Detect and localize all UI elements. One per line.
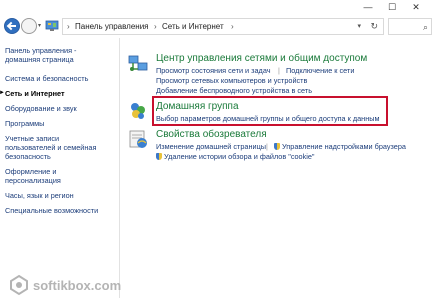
watermark-logo-icon	[10, 274, 28, 296]
watermark-text: softikbox.com	[33, 278, 122, 293]
sidebar-item-user-accounts-line3[interactable]: безопасность	[5, 152, 117, 162]
address-dropdown-button[interactable]: ▾	[357, 22, 361, 30]
address-bar[interactable]: › Панель управления › Сеть и Интернет › …	[62, 18, 384, 35]
breadcrumb-network-internet[interactable]: Сеть и Интернет	[162, 22, 224, 31]
homegroup-highlight-frame	[152, 96, 388, 126]
watermark: softikbox.com	[8, 274, 122, 296]
sidebar-item-system-security[interactable]: Система и безопасность	[5, 74, 117, 84]
breadcrumb-control-panel[interactable]: Панель управления	[75, 22, 149, 31]
sidebar-item-hardware-sound[interactable]: Оборудование и звук	[5, 104, 117, 114]
sidebar-item-programs[interactable]: Программы	[5, 119, 117, 129]
navigation-bar: ▾ › Панель управления › Сеть и Интернет …	[0, 16, 434, 38]
shield-icon	[156, 153, 162, 160]
view-network-computers-link[interactable]: Просмотр сетевых компьютеров и устройств	[156, 76, 307, 85]
network-sharing-center-icon	[128, 55, 148, 71]
sidebar-item-home-line2[interactable]: домашняя страница	[5, 55, 117, 65]
minimize-button[interactable]: —	[356, 0, 380, 14]
refresh-button[interactable]: ↻	[370, 21, 378, 32]
delete-browsing-history-link[interactable]: Удаление истории обзора и файлов "cookie…	[156, 152, 315, 161]
manage-addons-link[interactable]: Управление надстройками браузера	[274, 142, 406, 151]
breadcrumb-separator: ›	[67, 22, 70, 31]
breadcrumb-separator: ›	[154, 22, 157, 31]
sidebar-item-network-internet: Сеть и Интернет	[5, 89, 65, 98]
add-wireless-device-link[interactable]: Добавление беспроводного устройства в се…	[156, 86, 312, 95]
control-panel-icon	[45, 20, 59, 31]
change-home-page-link[interactable]: Изменение домашней страницы	[156, 142, 266, 151]
connect-to-network-link[interactable]: Подключение к сети	[286, 66, 354, 75]
shield-icon	[274, 143, 280, 150]
recent-pages-dropdown[interactable]: ▾	[38, 22, 41, 29]
forward-button[interactable]	[21, 18, 37, 34]
close-button[interactable]: ✕	[404, 0, 428, 14]
sidebar: Панель управления - домашняя страница Си…	[0, 38, 120, 298]
main-content: Центр управления сетями и общим доступом…	[121, 38, 434, 298]
sidebar-item-ease-of-access[interactable]: Специальные возможности	[5, 206, 117, 216]
internet-options-icon	[129, 130, 147, 148]
back-button[interactable]	[4, 18, 20, 34]
sidebar-item-appearance-line2[interactable]: персонализация	[5, 176, 117, 186]
breadcrumb-separator: ›	[231, 22, 234, 31]
title-bar: — ☐ ✕	[0, 0, 434, 16]
homegroup-icon	[131, 103, 145, 119]
view-network-status-link[interactable]: Просмотр состояния сети и задач	[156, 66, 271, 75]
search-icon: ⌕	[422, 22, 428, 32]
sidebar-item-clock-language-region[interactable]: Часы, язык и регион	[5, 191, 117, 201]
maximize-button[interactable]: ☐	[380, 0, 404, 14]
network-sharing-center-title[interactable]: Центр управления сетями и общим доступом	[156, 53, 367, 64]
internet-options-title[interactable]: Свойства обозревателя	[156, 129, 267, 140]
link-separator: |	[278, 66, 280, 75]
link-separator: |	[266, 142, 268, 151]
manage-addons-label: Управление надстройками браузера	[282, 142, 406, 151]
search-input[interactable]: ⌕	[388, 18, 432, 35]
delete-browsing-history-label: Удаление истории обзора и файлов "cookie…	[164, 152, 315, 161]
